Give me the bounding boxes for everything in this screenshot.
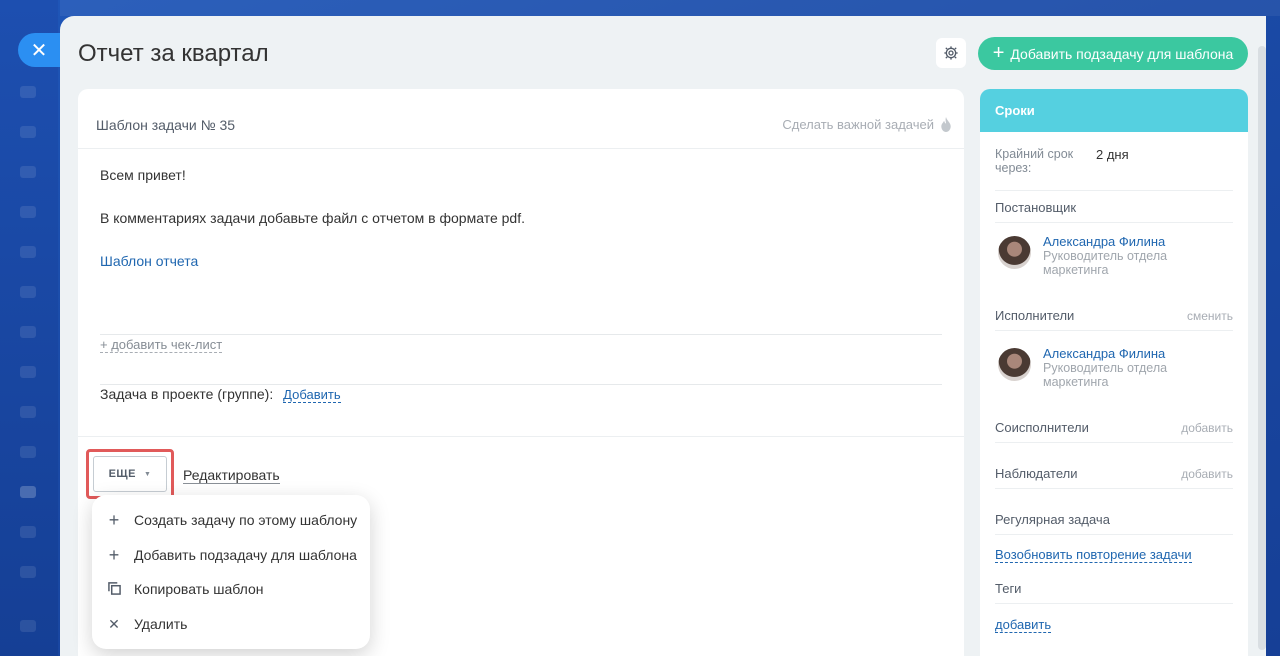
plus-icon: + [992, 41, 1005, 64]
background-topbar [60, 0, 1280, 16]
add-checklist-label: + добавить чек-лист [100, 337, 223, 353]
creator-role: Руководитель отдела маркетинга [1043, 249, 1168, 277]
add-checklist-link[interactable]: + добавить чек-лист [100, 337, 223, 353]
gear-icon [944, 46, 958, 60]
settings-button[interactable] [936, 38, 966, 68]
task-card: Шаблон задачи № 35 Сделать важной задаче… [78, 89, 964, 656]
assignees-label: Исполнители [995, 308, 1075, 323]
menu-item-label: Удалить [134, 615, 188, 632]
more-button-label: ЕЩЕ [108, 468, 136, 480]
divider [995, 442, 1233, 443]
sidebar-ghost-icon [20, 206, 36, 218]
sidebar-ghost-icon [20, 366, 36, 378]
assignees-change-link[interactable]: сменить [1187, 309, 1233, 323]
description-line: Всем привет! [100, 167, 186, 183]
page-title: Отчет за квартал [78, 40, 269, 67]
add-subtask-label: Добавить подзадачу для шаблона [1010, 45, 1234, 62]
sidebar-ghost-icon [20, 326, 36, 338]
observers-row: Наблюдатели добавить [995, 466, 1233, 481]
project-add-link[interactable]: Добавить [283, 387, 341, 403]
divider [995, 603, 1233, 604]
creator-label: Постановщик [995, 200, 1077, 215]
description-line: В комментариях задачи добавьте файл с от… [100, 210, 525, 226]
deadline-row: Крайний срок через: 2 дня [995, 147, 1233, 175]
template-report-link[interactable]: Шаблон отчета [100, 253, 198, 269]
deadline-label: Крайний срок через: [995, 147, 1074, 175]
menu-item-delete[interactable]: ✕ Удалить [92, 607, 370, 642]
deadline-section-header: Сроки [980, 89, 1248, 132]
deadline-value: 2 дня [1096, 147, 1129, 162]
divider [100, 334, 942, 335]
observers-add-link[interactable]: добавить [1181, 467, 1233, 481]
recurring-label: Регулярная задача [995, 512, 1110, 527]
menu-item-create-task[interactable]: + Создать задачу по этому шаблону [92, 503, 370, 538]
menu-item-label: Создать задачу по этому шаблону [134, 512, 358, 529]
more-menu: + Создать задачу по этому шаблону + Доба… [92, 495, 370, 649]
add-subtask-button[interactable]: + Добавить подзадачу для шаблона [978, 37, 1248, 70]
edit-link[interactable]: Редактировать [183, 467, 280, 484]
divider [995, 190, 1233, 191]
coassignees-label: Соисполнители [995, 420, 1089, 435]
divider [995, 534, 1233, 535]
divider [100, 384, 942, 385]
sidebar-ghost-icon [20, 446, 36, 458]
avatar [998, 348, 1031, 381]
more-button[interactable]: ЕЩЕ ▼ [93, 456, 167, 492]
sidebar-ghost-icon [20, 526, 36, 538]
tags-label: Теги [995, 581, 1022, 596]
flame-icon [941, 117, 951, 132]
menu-item-label: Добавить подзадачу для шаблона [134, 546, 357, 563]
assignee-name[interactable]: Александра Филина [1043, 346, 1193, 361]
divider [995, 488, 1233, 489]
coassignees-add-link[interactable]: добавить [1181, 421, 1233, 435]
menu-item-label: Копировать шаблон [134, 581, 264, 598]
avatar [998, 236, 1031, 269]
coassignees-row: Соисполнители добавить [995, 420, 1233, 435]
close-icon: ✕ [30, 39, 48, 62]
recurring-row: Возобновить повторение задачи [995, 547, 1233, 563]
task-card-header: Шаблон задачи № 35 Сделать важной задаче… [78, 89, 964, 149]
tags-row: добавить [995, 617, 1233, 633]
plus-icon: + [108, 544, 120, 565]
project-label: Задача в проекте (группе): [100, 386, 274, 402]
resume-recurrence-link[interactable]: Возобновить повторение задачи [995, 547, 1192, 563]
tags-add-link[interactable]: добавить [995, 617, 1052, 633]
close-slider-button[interactable]: ✕ [18, 33, 60, 67]
task-description: Всем привет! В комментариях задачи добав… [78, 149, 964, 269]
close-icon: ✕ [108, 615, 120, 632]
copy-icon [106, 580, 122, 598]
scrollbar[interactable] [1258, 46, 1266, 650]
sidebar-ghost-icon [20, 86, 36, 98]
menu-item-add-subtask[interactable]: + Добавить подзадачу для шаблона [92, 538, 370, 573]
sidebar-ghost-icon [20, 166, 36, 178]
divider [995, 222, 1233, 223]
sidebar-ghost-icon [20, 566, 36, 578]
caret-down-icon: ▼ [143, 470, 152, 478]
divider [78, 436, 964, 437]
creator-person[interactable]: Александра Филина Руководитель отдела ма… [998, 234, 1193, 277]
sidebar-ghost-icon [20, 620, 36, 632]
sidebar-ghost-icon [20, 286, 36, 298]
make-important-label: Сделать важной задачей [782, 117, 934, 132]
more-button-highlight: ЕЩЕ ▼ [86, 449, 174, 499]
assignee-role: Руководитель отдела маркетинга [1043, 361, 1168, 389]
assignee-person[interactable]: Александра Филина Руководитель отдела ма… [998, 346, 1193, 389]
task-sidebar: Сроки Крайний срок через: 2 дня Постанов… [980, 89, 1248, 656]
sidebar-ghost-icon [20, 246, 36, 258]
sidebar-ghost-icon [20, 486, 36, 498]
observers-label: Наблюдатели [995, 466, 1078, 481]
make-important-toggle[interactable]: Сделать важной задачей [782, 117, 952, 132]
project-row: Задача в проекте (группе): Добавить [100, 386, 341, 403]
creator-name[interactable]: Александра Филина [1043, 234, 1193, 249]
task-template-slider: Отчет за квартал + Добавить подзадачу дл… [60, 16, 1266, 656]
sidebar-ghost-icon [20, 406, 36, 418]
divider [995, 330, 1233, 331]
background-sidebar [0, 0, 58, 656]
plus-icon: + [108, 510, 120, 531]
menu-item-copy-template[interactable]: Копировать шаблон [92, 572, 370, 607]
assignees-row: Исполнители сменить [995, 308, 1233, 323]
template-number: Шаблон задачи № 35 [96, 116, 236, 133]
sidebar-ghost-icon [20, 126, 36, 138]
